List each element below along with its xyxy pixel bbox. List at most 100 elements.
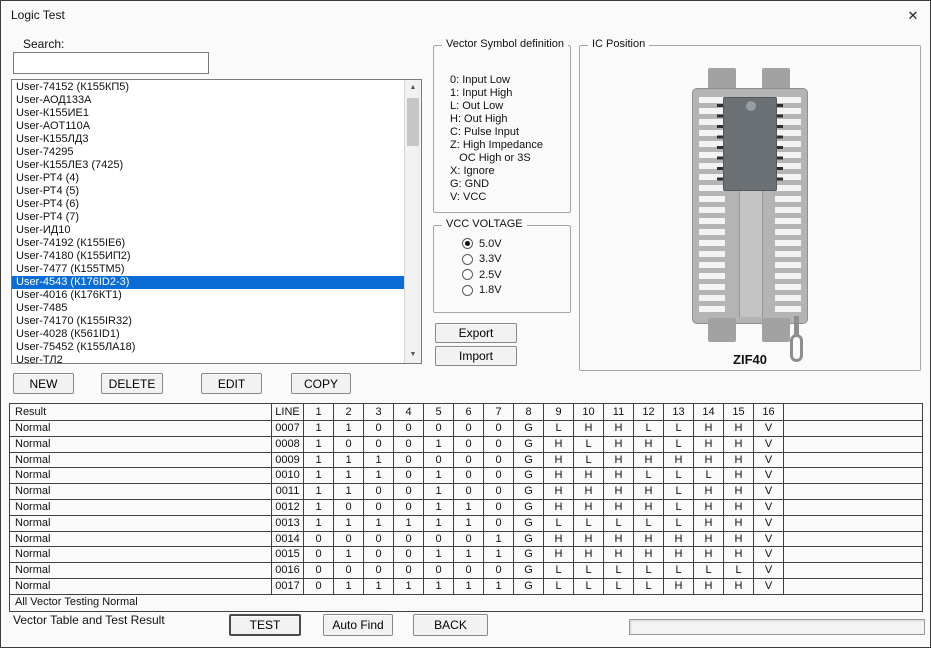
line-cell: 0009 — [272, 452, 304, 468]
list-item[interactable]: User-К155ЛД3 — [12, 133, 404, 146]
table-row[interactable]: Normal 0013 1 1 1 1 1 1 0 G L L L L L H H V — [10, 515, 922, 532]
pin-cell: G — [514, 484, 544, 499]
list-item[interactable]: User-74170 (К155IR32) — [12, 315, 404, 328]
test-button[interactable]: TEST — [229, 614, 301, 636]
table-row[interactable]: Normal 0016 0 0 0 0 0 0 0 G L L L L L L L V — [10, 563, 922, 579]
pin-cell: 0 — [394, 499, 424, 515]
auto-find-button[interactable]: Auto Find — [323, 614, 393, 636]
list-item[interactable]: User-74152 (К155КП5) — [12, 81, 404, 94]
list-item[interactable]: User-7477 (К155ТМ5) — [12, 263, 404, 276]
pin-cell: 1 — [364, 452, 394, 468]
list-item[interactable]: User-РТ4 (4) — [12, 172, 404, 185]
search-input[interactable] — [13, 52, 209, 74]
result-cell: Normal — [10, 547, 272, 563]
scroll-down-icon[interactable]: ▼ — [405, 347, 421, 363]
pin-cell: H — [664, 578, 694, 594]
list-item[interactable]: User-74295 — [12, 146, 404, 159]
vcc-option-1.8v[interactable]: 1.8V — [462, 283, 568, 299]
list-item[interactable]: User-74180 (К155ИП2) — [12, 250, 404, 263]
pin-cell: 0 — [454, 531, 484, 547]
list-item[interactable]: User-ИД10 — [12, 224, 404, 237]
line-cell: 0011 — [272, 484, 304, 499]
new-button[interactable]: NEW — [13, 373, 74, 394]
pin-cell: V — [754, 578, 784, 594]
edit-button[interactable]: EDIT — [201, 373, 262, 394]
result-cell: Normal — [10, 563, 272, 578]
list-item[interactable]: User-РТ4 (7) — [12, 211, 404, 224]
pin-cell: H — [634, 436, 664, 452]
list-item[interactable]: User-4028 (К561ID1) — [12, 328, 404, 341]
pin-cell: H — [574, 421, 604, 436]
list-item[interactable]: User-АОД133А — [12, 94, 404, 107]
filler-cell — [784, 516, 922, 531]
pin-cell: V — [754, 436, 784, 452]
radio-icon[interactable] — [462, 253, 473, 265]
pin-cell: 1 — [334, 421, 364, 436]
device-list: User-74152 (К155КП5) User-АОД133А User-К15… — [12, 81, 404, 363]
list-item[interactable]: User-РТ4 (5) — [12, 185, 404, 198]
close-icon[interactable]: ✕ — [902, 5, 924, 27]
pin-cell: L — [604, 515, 634, 531]
export-button[interactable]: Export — [435, 323, 517, 343]
radio-icon[interactable] — [462, 238, 473, 250]
radio-label: 3.3V — [479, 253, 502, 266]
list-item[interactable]: User-74192 (К155IE6) — [12, 237, 404, 250]
list-item[interactable]: User-75452 (К155ЛА18) — [12, 341, 404, 354]
pin-cell: 0 — [424, 421, 454, 436]
list-item[interactable]: User-ТЛ2 — [12, 354, 404, 363]
list-item[interactable]: User-4543 (К176ID2-3) — [12, 276, 404, 289]
import-button[interactable]: Import — [435, 346, 517, 366]
pin-cell: V — [754, 484, 784, 499]
line-cell: 0015 — [272, 547, 304, 563]
filler-cell — [784, 500, 922, 515]
radio-icon[interactable] — [462, 269, 473, 281]
table-row[interactable]: Normal 0014 0 0 0 0 0 0 1 G H H H H H H H V — [10, 531, 922, 548]
pin-cell: 0 — [484, 484, 514, 499]
pin-cell: 0 — [454, 452, 484, 468]
vcc-option-5.0v[interactable]: 5.0V — [462, 236, 568, 252]
list-item[interactable]: User-7485 — [12, 302, 404, 315]
table-row[interactable]: Normal 0009 1 1 1 0 0 0 0 G H L H H H H H V — [10, 452, 922, 469]
pin-cell: L — [574, 436, 604, 452]
result-cell: Normal — [10, 499, 272, 515]
back-button[interactable]: BACK — [413, 614, 488, 636]
table-row[interactable]: Normal 0010 1 1 1 0 1 0 0 G H H H L L L H V — [10, 468, 922, 485]
vcc-option-3.3v[interactable]: 3.3V — [462, 252, 568, 268]
result-cell: Normal — [10, 578, 272, 594]
device-listbox[interactable]: User-74152 (К155КП5) User-АОД133А User-К15… — [11, 79, 422, 364]
table-header-cell: 10 — [574, 404, 604, 420]
pin-cell: L — [634, 563, 664, 578]
scroll-up-icon[interactable]: ▲ — [405, 80, 421, 96]
pin-cell: 1 — [394, 515, 424, 531]
copy-button[interactable]: COPY — [291, 373, 351, 394]
table-row[interactable]: Normal 0011 1 1 0 0 1 0 0 G H H H H L H H V — [10, 484, 922, 500]
table-header-cell: 7 — [484, 404, 514, 420]
list-item[interactable]: User-РТ4 (6) — [12, 198, 404, 211]
pin-cell: 0 — [334, 563, 364, 578]
pin-cell: H — [544, 499, 574, 515]
list-item[interactable]: User-АОТ110А — [12, 120, 404, 133]
list-item[interactable]: User-К155ИЕ1 — [12, 107, 404, 120]
table-row[interactable]: Normal 0007 1 1 0 0 0 0 0 G L H H L L H H V — [10, 421, 922, 437]
vcc-option-2.5v[interactable]: 2.5V — [462, 267, 568, 283]
filler-cell — [784, 453, 922, 468]
radio-icon[interactable] — [462, 284, 473, 296]
pin-cell: H — [544, 436, 574, 452]
pin-cell: L — [634, 421, 664, 436]
list-scrollbar[interactable]: ▲ ▼ — [404, 80, 421, 363]
table-row[interactable]: Normal 0008 1 0 0 0 1 0 0 G H L H H L H H V — [10, 436, 922, 453]
list-item[interactable]: User-К155ЛЕ3 (7425) — [12, 159, 404, 172]
table-row[interactable]: Normal 0015 0 1 0 0 1 1 1 G H H H H H H H V — [10, 547, 922, 564]
table-header-cell: 3 — [364, 404, 394, 420]
pin-cell: 1 — [334, 515, 364, 531]
pin-cell: H — [604, 468, 634, 484]
table-row[interactable]: Normal 0017 0 1 1 1 1 1 1 G L L L L H H H V — [10, 578, 922, 595]
list-item[interactable]: User-4016 (К176КТ1) — [12, 289, 404, 302]
scrollbar-thumb[interactable] — [407, 98, 419, 146]
pin-cell: V — [754, 515, 784, 531]
pin-cell: 1 — [484, 531, 514, 547]
table-row[interactable]: Normal 0012 1 0 0 0 1 1 0 G H H H H L H H V — [10, 499, 922, 516]
pin-cell: 1 — [364, 468, 394, 484]
pin-cell: 1 — [334, 547, 364, 563]
delete-button[interactable]: DELETE — [101, 373, 163, 394]
